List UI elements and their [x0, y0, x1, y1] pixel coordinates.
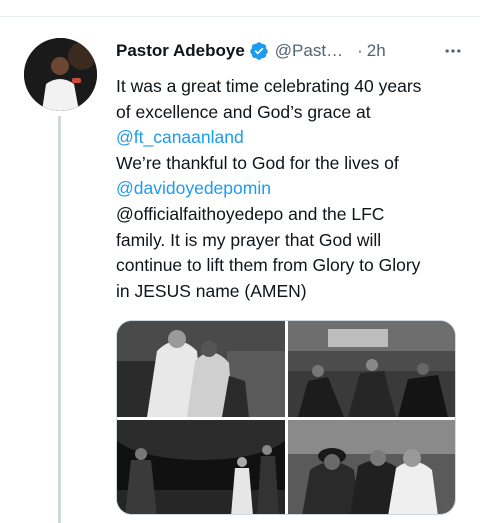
tweet-text-line: of excellence and God’s grace at [116, 101, 371, 122]
timestamp[interactable]: 2h [367, 41, 386, 61]
dot-separator: · [357, 41, 363, 60]
avatar[interactable] [24, 38, 97, 111]
media-photo-2[interactable] [288, 321, 455, 417]
tweet-text: It was a great time celebrating 40 years… [116, 74, 466, 304]
author-handle[interactable]: @Past… [275, 41, 343, 61]
media-photo-4[interactable] [288, 420, 455, 514]
author-name[interactable]: Pastor Adeboye [116, 41, 245, 61]
tweet-text-line: continue to lift them from Glory to Glor… [116, 255, 421, 276]
more-horizontal-icon[interactable] [440, 40, 466, 62]
media-photo-1[interactable] [117, 321, 285, 417]
mention-link[interactable]: @davidoyedepomin [116, 176, 466, 202]
tweet-text-line: in JESUS name (AMEN) [116, 280, 307, 301]
media-grid [116, 320, 456, 515]
top-divider [0, 16, 480, 17]
avatar-photo [24, 38, 97, 111]
tweet-header: Pastor Adeboye @Past… · 2h [116, 40, 466, 62]
verified-badge-icon [249, 41, 269, 61]
tweet-text-line: family. It is my prayer that God will [116, 229, 382, 250]
tweet-text-line: We’re thankful to God for the lives of [116, 152, 399, 173]
mention-link[interactable]: @ft_canaanland [116, 125, 466, 151]
tweet-text-line: It was a great time celebrating 40 years [116, 76, 422, 96]
media-photo-3[interactable] [117, 420, 285, 514]
tweet-text-line: @officialfaithoyedepo and the LFC [116, 203, 385, 224]
thread-line [58, 116, 61, 523]
